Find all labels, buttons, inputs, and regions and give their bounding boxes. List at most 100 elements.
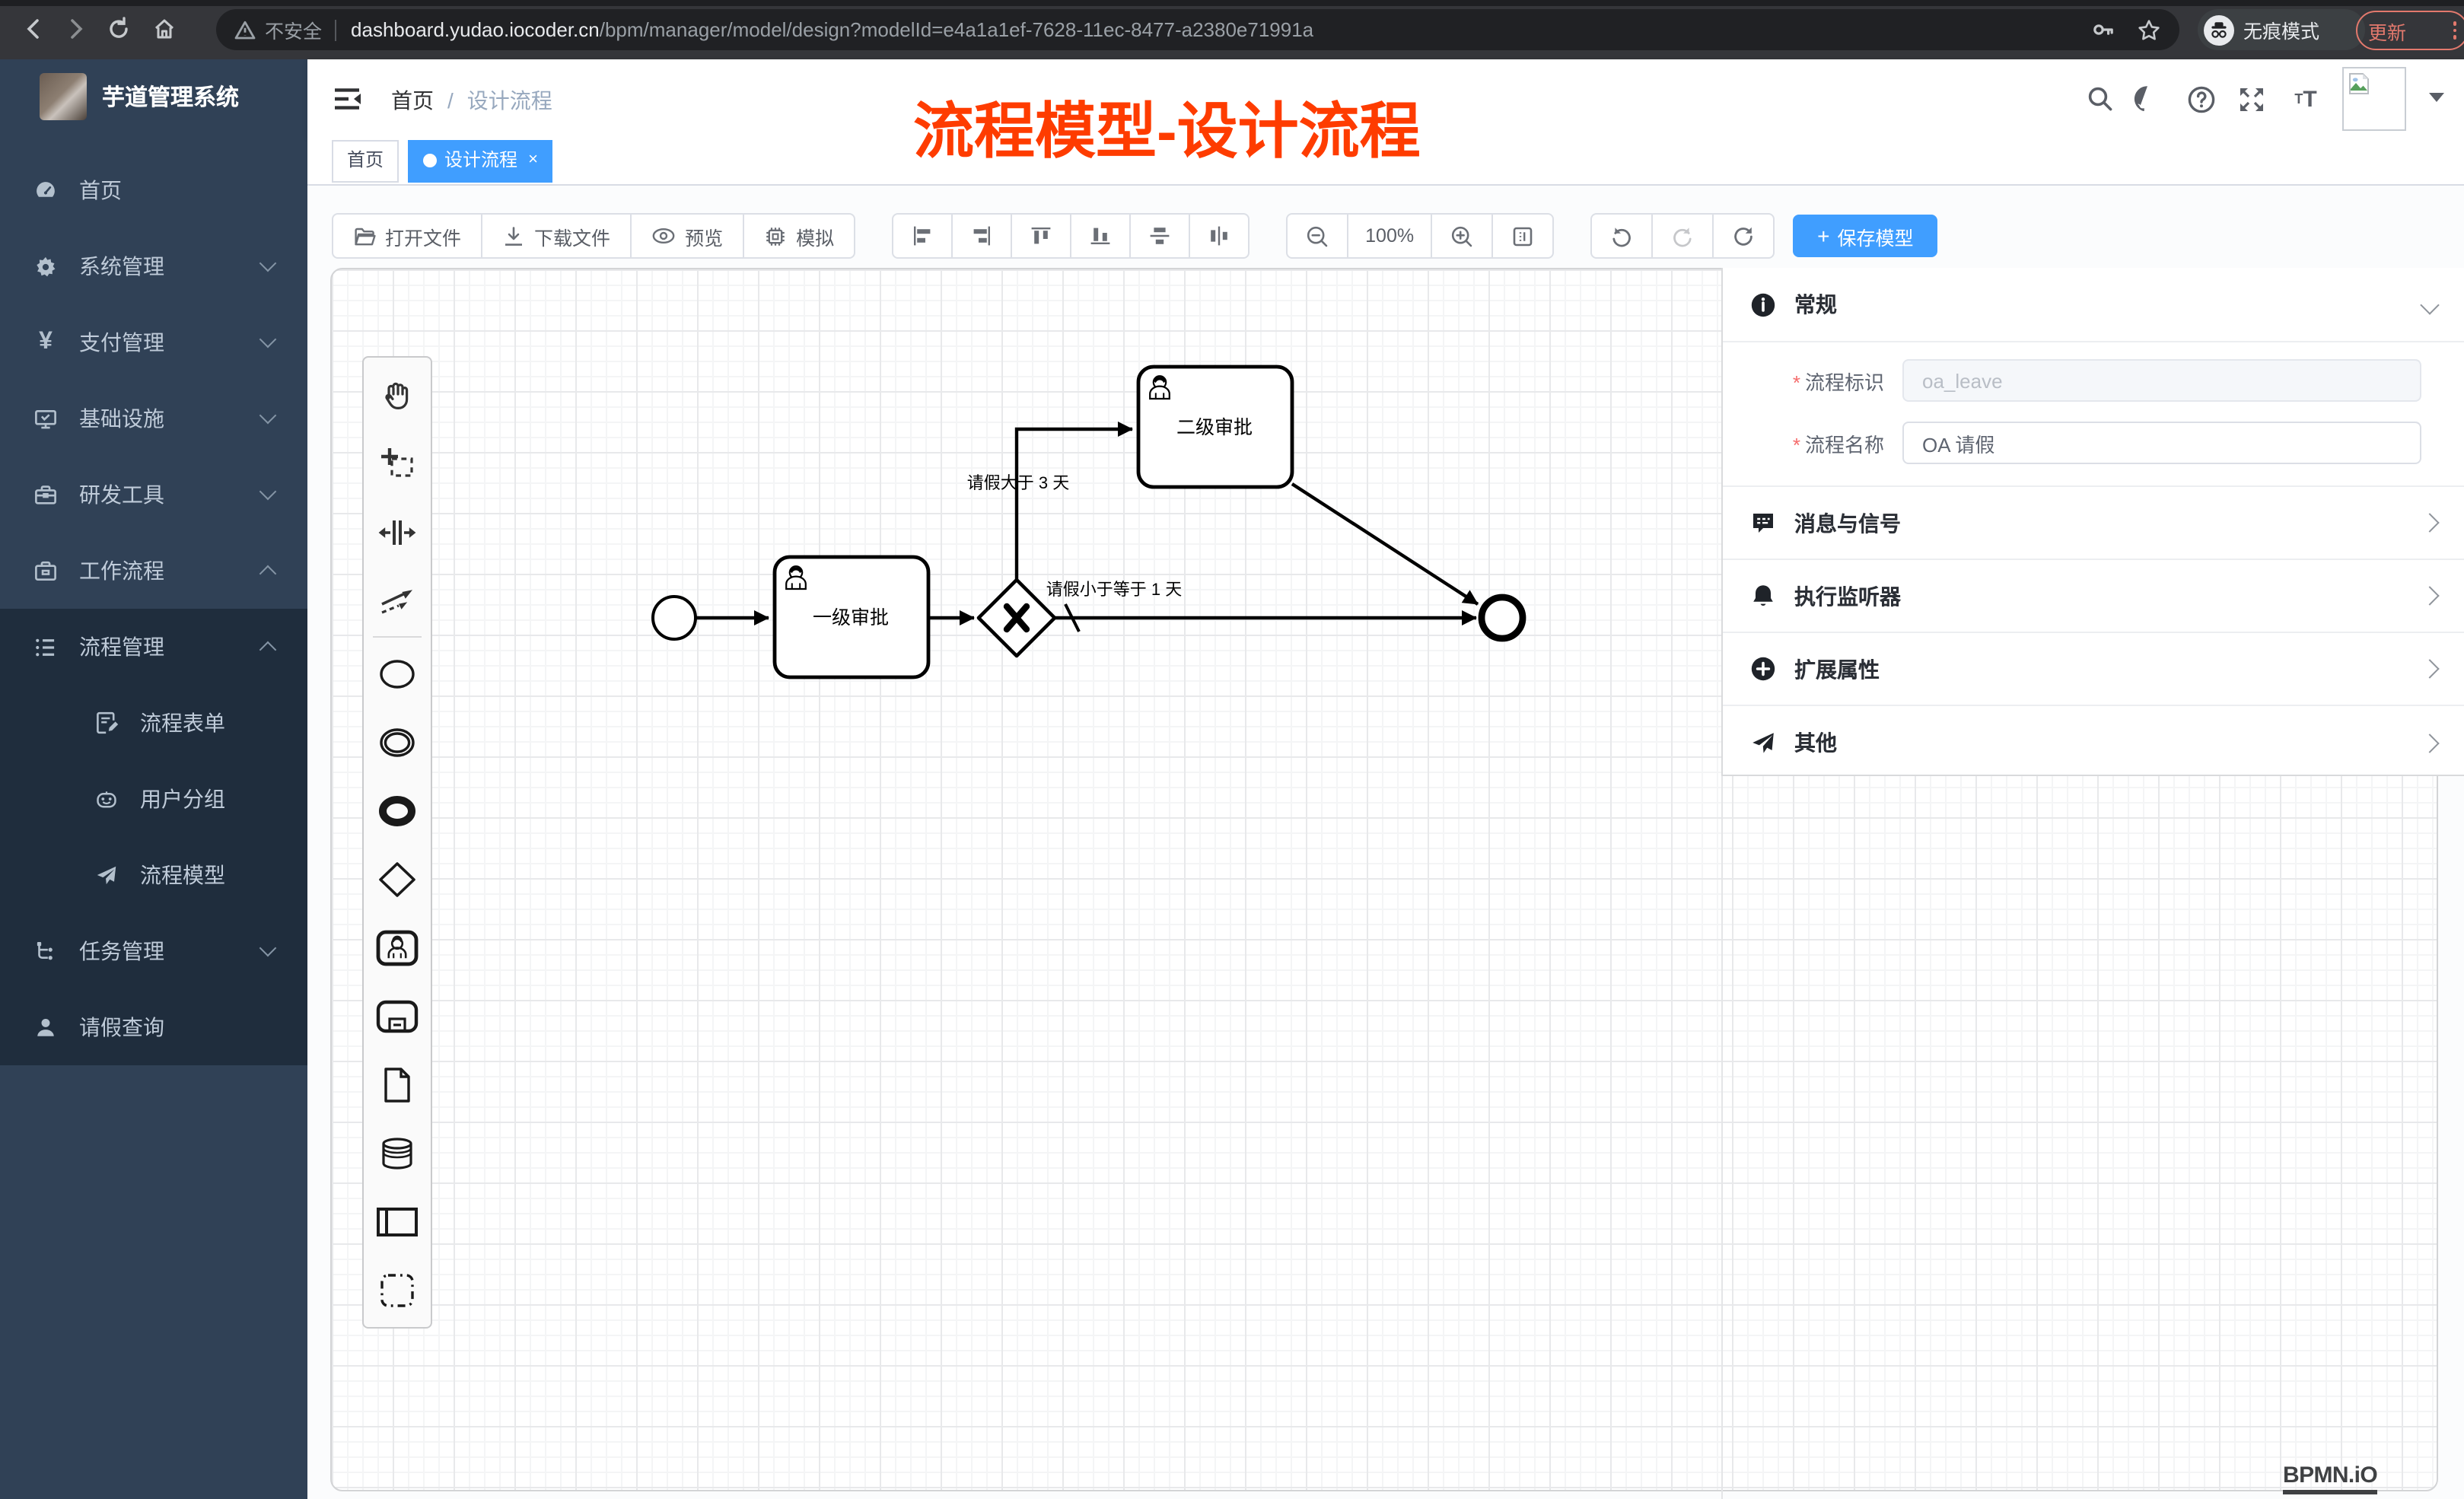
undo-icon[interactable] [1590, 213, 1653, 259]
sidebar-item-payment[interactable]: ¥ 支付管理 [0, 304, 307, 380]
chevron-down-icon [259, 940, 277, 957]
section-message-signal[interactable]: 消息与信号 [1723, 487, 2464, 560]
sidebar-item-process-management[interactable]: 流程管理 [0, 609, 307, 685]
github-icon[interactable] [2129, 81, 2166, 117]
tab-design-process[interactable]: 设计流程 × [408, 139, 553, 182]
align-middle-icon[interactable] [1129, 213, 1190, 259]
sidebar-item-label: 用户分组 [140, 784, 225, 814]
process-name-field: *流程名称 [1723, 422, 2421, 464]
align-left-icon[interactable] [892, 213, 953, 259]
sidebar-item-system[interactable]: 系统管理 [0, 228, 307, 304]
browser-home-icon[interactable] [149, 14, 180, 44]
logo-avatar [40, 73, 87, 120]
chevron-down-icon [259, 483, 277, 501]
start-event[interactable] [653, 597, 696, 639]
open-file-button[interactable]: 打开文件 [332, 213, 482, 259]
task2-label: 二级审批 [1176, 417, 1253, 438]
zoom-out-icon[interactable] [1286, 213, 1348, 259]
restart-icon[interactable] [1712, 213, 1775, 259]
section-label: 扩展属性 [1794, 654, 2423, 684]
flow-label-le1day[interactable]: 请假小于等于 1 天 [1046, 580, 1182, 599]
section-label: 其他 [1794, 727, 2423, 758]
security-warning-icon[interactable] [234, 19, 256, 40]
help-icon[interactable] [2182, 81, 2219, 117]
exclusive-gateway[interactable] [979, 580, 1055, 656]
bpmn-io-watermark[interactable]: BPMN.iO [2283, 1462, 2377, 1494]
avatar-caret-icon[interactable] [2429, 93, 2444, 110]
avatar[interactable] [2342, 67, 2406, 131]
process-key-input[interactable] [1902, 359, 2421, 402]
sidebar-submenu-block: 流程管理 流程表单 用户分组 流程模型 任务管 [0, 609, 307, 1065]
plus-circle-icon [1750, 656, 1776, 682]
flow-label-gt3days[interactable]: 请假大于 3 天 [967, 473, 1069, 492]
password-key-icon[interactable] [2090, 17, 2115, 43]
hamburger-icon[interactable] [330, 82, 364, 116]
align-button-group [892, 213, 1250, 259]
robot-icon [94, 787, 119, 811]
sidebar-item-workflow[interactable]: 工作流程 [0, 533, 307, 609]
browser-forward-icon[interactable] [61, 14, 91, 44]
toolbox-icon [33, 482, 58, 507]
sidebar-item-home[interactable]: 首页 [0, 152, 307, 228]
section-general[interactable]: 常规 [1723, 268, 2464, 342]
zoom-reset-icon[interactable] [1491, 213, 1554, 259]
dashboard-icon [33, 178, 58, 202]
section-other[interactable]: 其他 [1723, 706, 2464, 779]
user-task-level2[interactable]: 二级审批 [1138, 367, 1292, 487]
font-size-icon[interactable]: TT [2287, 81, 2324, 117]
sidebar-item-user-group[interactable]: 用户分组 [0, 761, 307, 837]
address-bar[interactable]: 不安全 dashboard.yudao.iocoder.cn/bpm/manag… [216, 9, 2179, 50]
sidebar-logo[interactable]: 芋道管理系统 [0, 59, 307, 134]
breadcrumb-home[interactable]: 首页 [391, 85, 434, 116]
align-top-icon[interactable] [1011, 213, 1071, 259]
chevron-right-icon [2420, 659, 2439, 678]
info-icon [1750, 291, 1776, 317]
security-label[interactable]: 不安全 [265, 15, 322, 44]
sidebar-item-infrastructure[interactable]: 基础设施 [0, 380, 307, 457]
breadcrumb: 首页 / 设计流程 [391, 85, 552, 116]
sidebar-item-label: 首页 [79, 175, 122, 205]
browser-reload-icon[interactable] [103, 14, 134, 44]
fullscreen-icon[interactable] [2233, 81, 2269, 117]
sidebar-item-leave-query[interactable]: 请假查询 [0, 989, 307, 1065]
sidebar-item-label: 请假查询 [79, 1012, 164, 1042]
download-file-button[interactable]: 下载文件 [481, 213, 632, 259]
tab-close-icon[interactable]: × [528, 142, 538, 180]
update-label[interactable]: 更新 [2368, 16, 2406, 45]
simulate-button[interactable]: 模拟 [743, 213, 855, 259]
browser-menu-icon[interactable] [2453, 22, 2456, 40]
align-right-icon[interactable] [951, 213, 1012, 259]
user-task-level1[interactable]: 一级审批 [775, 557, 928, 677]
update-button[interactable]: 更新 [2356, 11, 2464, 50]
bookmark-star-icon[interactable] [2137, 18, 2161, 42]
chevron-down-icon [259, 255, 277, 272]
field-label: *流程标识 [1723, 366, 1902, 395]
process-name-input[interactable] [1902, 422, 2421, 464]
redo-icon[interactable] [1651, 213, 1714, 259]
required-star: * [1793, 371, 1800, 393]
flow-task2-to-end[interactable] [1292, 484, 1478, 604]
end-event[interactable] [1482, 597, 1523, 638]
url-host[interactable]: dashboard.yudao.iocoder.cn [351, 18, 600, 41]
chevron-down-icon [259, 331, 277, 348]
annotation-title: 流程模型-设计流程 [913, 97, 1461, 167]
tab-home[interactable]: 首页 [332, 139, 399, 182]
sidebar-item-task-management[interactable]: 任务管理 [0, 913, 307, 989]
zoom-in-icon[interactable] [1431, 213, 1493, 259]
search-icon[interactable] [2082, 81, 2119, 117]
sidebar-item-process-form[interactable]: 流程表单 [0, 685, 307, 761]
browser-back-icon[interactable] [18, 14, 49, 44]
align-bottom-icon[interactable] [1070, 213, 1131, 259]
zoom-level[interactable]: 100% [1347, 213, 1432, 259]
flow-gateway-to-task2[interactable] [1017, 429, 1132, 580]
form-edit-icon [94, 711, 119, 735]
address-divider [334, 19, 336, 40]
section-extended-attributes[interactable]: 扩展属性 [1723, 633, 2464, 706]
sidebar-item-process-model[interactable]: 流程模型 [0, 837, 307, 913]
url-path[interactable]: /bpm/manager/model/design?modelId=e4a1a1… [600, 18, 1313, 41]
preview-button[interactable]: 预览 [630, 213, 744, 259]
align-center-icon[interactable] [1189, 213, 1250, 259]
sidebar-item-devtools[interactable]: 研发工具 [0, 457, 307, 533]
section-execution-listener[interactable]: 执行监听器 [1723, 560, 2464, 633]
save-model-button[interactable]: + 保存模型 [1793, 215, 1937, 257]
